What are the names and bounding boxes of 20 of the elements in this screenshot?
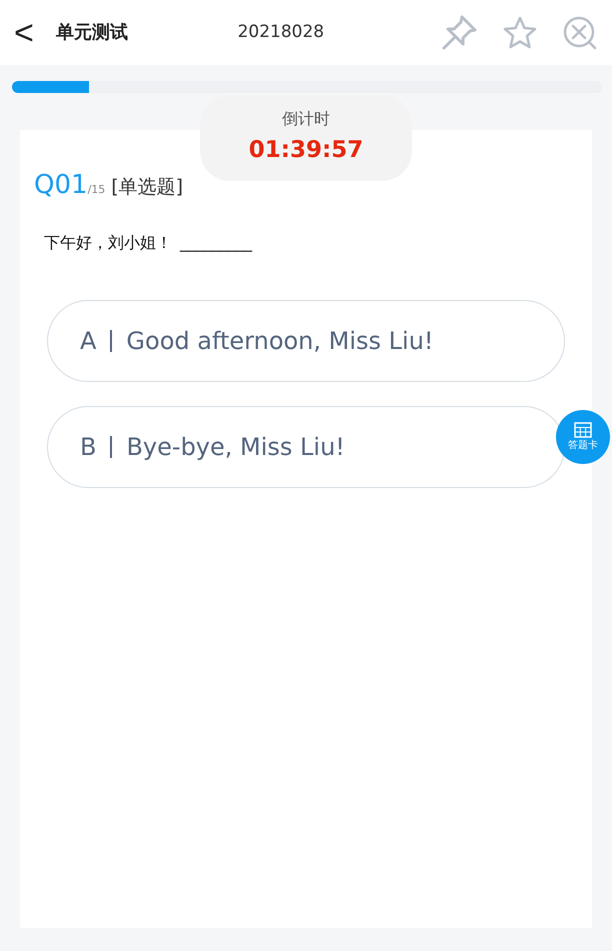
question-type: [单选题]	[111, 175, 184, 200]
page-title: 单元测试	[56, 21, 129, 45]
pin-icon	[440, 14, 478, 52]
option-button[interactable]: A Good afternoon, Miss Liu!	[47, 300, 565, 382]
pin-button[interactable]	[440, 14, 478, 52]
close-icon	[562, 14, 598, 50]
answer-blank: _________	[180, 233, 252, 252]
answer-card-button[interactable]: 答题卡	[556, 410, 610, 464]
timer-label: 倒计时	[281, 108, 331, 130]
question-total: /15	[88, 182, 106, 198]
favorite-button[interactable]	[502, 14, 538, 50]
question-number: Q01	[34, 169, 88, 202]
test-code: 20218028	[236, 20, 326, 44]
question-prompt: 下午好，刘小姐！	[44, 233, 172, 252]
back-button[interactable]: <	[14, 16, 34, 50]
timer-value: 01:39:57	[248, 136, 364, 165]
close-button[interactable]	[562, 14, 598, 50]
grid-icon	[574, 422, 592, 438]
option-button[interactable]: B Bye-bye, Miss Liu!	[47, 406, 565, 488]
star-icon	[502, 14, 538, 50]
